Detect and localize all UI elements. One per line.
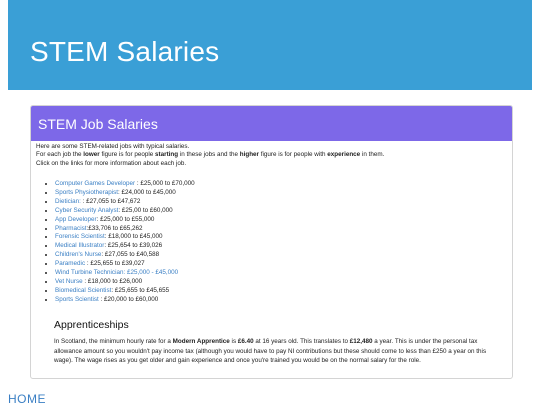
job-salary: : £25,000 to £55,000 — [96, 215, 155, 223]
salaries-panel: STEM Job Salaries Here are some STEM-rel… — [30, 105, 513, 379]
job-list-item: Cyber Security Analyst: £25,00 to £60,00… — [55, 207, 195, 216]
job-link[interactable]: Computer Games Developer — [55, 180, 135, 187]
job-list-item: Medical Illustrator: £25,654 to £39,026 — [55, 242, 195, 251]
job-list-item: Sports Scientist : £20,000 to £60,000 — [55, 296, 195, 305]
job-link[interactable]: Paramedic — [55, 260, 85, 267]
intro-line-3: Click on the links for more information … — [36, 159, 187, 167]
job-salary: : £27,055 to £40,588 — [101, 251, 160, 259]
job-list-item: Vet Nurse : £18,000 to £26,000 — [55, 278, 195, 287]
job-salary: : £20,000 to £60,000 — [98, 295, 159, 303]
job-link[interactable]: Biomedical Scientist — [55, 287, 111, 294]
job-link[interactable]: Pharmacist — [55, 225, 87, 232]
apprenticeships-text: In Scotland, the minimum hourly rate for… — [54, 338, 487, 365]
job-list-item: Forensic Scientist: £18,000 to £45,000 — [55, 233, 195, 242]
job-salary: : £25,655 to £39,027 — [85, 260, 145, 268]
job-link[interactable]: Sports Physiotherapist — [55, 189, 118, 196]
job-salary: : £25,654 to £39,026 — [104, 242, 163, 250]
home-link[interactable]: HOME — [8, 392, 46, 406]
job-list-item: Wind Turbine Technician: £25,000 - £45,0… — [55, 269, 195, 278]
job-link[interactable]: Forensic Scientist — [55, 233, 105, 240]
job-list-item: Pharmacist:£33,706 to £65,262 — [55, 225, 195, 234]
panel-heading: STEM Job Salaries — [38, 116, 158, 132]
job-list-item: Sports Physiotherapist: £24,000 to £45,0… — [55, 189, 195, 198]
apprenticeships-heading: Apprenticeships — [54, 319, 129, 331]
job-list-item: Paramedic : £25,655 to £39,027 — [55, 260, 195, 269]
intro-line-1: Here are some STEM-related jobs with typ… — [36, 143, 190, 150]
intro-line-2: For each job the lower figure is for peo… — [36, 151, 385, 159]
job-salary: : £18,000 to £45,000 — [104, 233, 163, 241]
job-link[interactable]: App Developer — [55, 216, 97, 223]
page-banner: STEM Salaries — [8, 0, 532, 90]
job-salary: : £18,000 to £26,000 — [82, 277, 143, 285]
job-link[interactable]: Dietician: — [55, 198, 81, 205]
intro-text: Here are some STEM-related jobs with typ… — [36, 143, 384, 168]
job-link[interactable]: Wind Turbine Technician — [55, 269, 124, 276]
job-link[interactable]: Cyber Security Analyst — [55, 207, 118, 214]
job-salary: : £27,055 to £47,672 — [80, 197, 141, 205]
job-salary: : £24,000 to £45,000 — [118, 188, 176, 196]
job-list-item: Dietician: : £27,055 to £47,672 — [55, 198, 195, 207]
job-link[interactable]: Children's Nurse — [55, 251, 101, 258]
job-list-item: Biomedical Scientist: £25,655 to £45,655 — [55, 287, 195, 296]
job-salary[interactable]: : £25,000 - £45,000 — [124, 269, 179, 276]
job-list-item: App Developer: £25,000 to £55,000 — [55, 216, 195, 225]
page-title: STEM Salaries — [30, 36, 220, 67]
job-link[interactable]: Medical Illustrator — [55, 242, 104, 249]
panel-header: STEM Job Salaries — [31, 106, 512, 141]
job-link[interactable]: Vet Nurse — [55, 278, 83, 285]
job-salary: : £25,000 to £70,000 — [135, 180, 195, 187]
job-list-item: Children's Nurse: £27,055 to £40,588 — [55, 251, 195, 260]
jobs-list: Computer Games Developer : £25,000 to £7… — [45, 180, 195, 305]
job-link[interactable]: Sports Scientist — [55, 296, 99, 303]
job-salary: : £25,00 to £60,000 — [118, 206, 173, 214]
job-salary: :£33,706 to £65,262 — [86, 224, 143, 232]
job-salary: : £25,655 to £45,655 — [111, 286, 170, 294]
job-list-item: Computer Games Developer : £25,000 to £7… — [55, 180, 195, 189]
